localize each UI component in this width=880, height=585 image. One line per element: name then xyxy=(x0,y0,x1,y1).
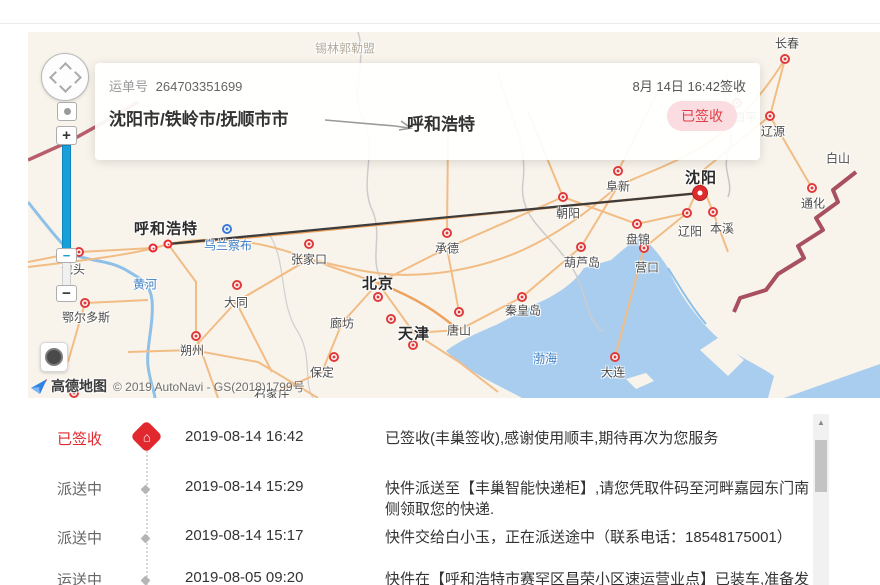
city-marker-icon xyxy=(191,331,201,341)
zoom-slider-fill xyxy=(62,145,71,250)
city-marker-icon xyxy=(682,208,692,218)
map-city-label: 承德 xyxy=(435,240,459,257)
map-city-label: 盘锦 xyxy=(626,231,650,248)
map-city-label: 锡林郭勒盟 xyxy=(315,40,375,57)
map-city-label: 白山 xyxy=(826,150,850,167)
dot-icon xyxy=(64,108,71,115)
timeline-description: 已签收(丰巢签收),感谢使用顺丰,期待再次为您服务 xyxy=(385,428,813,449)
pan-right-icon[interactable] xyxy=(69,71,82,84)
map-attribution: © 2019 AutoNavi - GS(2018)1799号 xyxy=(113,378,305,395)
map-city-label: 阜新 xyxy=(606,178,630,195)
map-city-label: 呼和浩特 xyxy=(134,218,198,239)
map-city-label: 天津 xyxy=(398,323,430,344)
route-arrow-icon xyxy=(323,115,415,133)
map-city-label: 大同 xyxy=(224,294,248,311)
city-marker-icon xyxy=(329,352,339,362)
zoom-out-button[interactable]: − xyxy=(56,285,77,302)
status-badge: 已签收 xyxy=(667,101,737,131)
city-marker-icon xyxy=(780,54,790,64)
city-marker-icon xyxy=(373,292,383,302)
city-marker-icon xyxy=(442,228,452,238)
timeline-node-icon xyxy=(141,534,151,544)
map-city-label: 辽源 xyxy=(761,123,785,140)
map-layers-button[interactable] xyxy=(40,342,68,372)
map-city-label: 本溪 xyxy=(710,220,734,237)
waybill-number-row: 运单号 264703351699 xyxy=(109,76,242,95)
waybill-label: 运单号 xyxy=(109,79,148,94)
timeline-description: 快件派送至【丰巢智能快递柜】,请您凭取件码至河畔嘉园东门南侧领取您的快递. xyxy=(385,478,813,520)
city-marker-icon xyxy=(304,239,314,249)
city-marker-icon xyxy=(576,242,586,252)
scrollbar-thumb[interactable] xyxy=(815,440,827,492)
map-recenter-button[interactable] xyxy=(57,102,77,121)
timeline-node-icon xyxy=(141,485,151,495)
timeline-description: 快件交给白小玉，正在派送途中（联系电话：18548175001） xyxy=(385,527,813,548)
zoom-in-button[interactable]: + xyxy=(56,126,77,145)
city-marker-icon xyxy=(164,240,173,249)
city-marker-icon xyxy=(149,244,158,253)
city-marker-icon xyxy=(765,111,775,121)
map-city-label: 鄂尔多斯 xyxy=(62,309,110,326)
timeline-scrollbar[interactable]: ▲ xyxy=(813,414,829,585)
timeline-time: 2019-08-05 09:20 xyxy=(185,569,375,585)
pan-left-icon[interactable] xyxy=(49,71,62,84)
map-city-label: 黄河 xyxy=(133,276,157,293)
circle-icon xyxy=(45,348,63,366)
map-city-label: 渤海 xyxy=(533,350,557,367)
city-marker-icon xyxy=(222,224,232,234)
map-city-label: 朔州 xyxy=(180,342,204,359)
destination-pin-icon xyxy=(692,185,708,201)
tracking-timeline[interactable]: 已签收 ⌂ 2019-08-14 16:42 已签收(丰巢签收),感谢使用顺丰,… xyxy=(0,412,813,585)
pan-up-icon[interactable] xyxy=(59,62,72,75)
map-city-label: 乌兰察布 xyxy=(204,237,252,254)
city-marker-icon xyxy=(232,280,242,290)
map-city-label: 保定 xyxy=(310,364,334,381)
map-city-label: 长春 xyxy=(775,35,799,52)
city-marker-icon xyxy=(708,207,718,217)
map-brand: 高德地图 xyxy=(51,376,107,396)
delivered-time: 8月 14日 16:42签收 xyxy=(633,76,746,95)
map-city-label: 辽阳 xyxy=(678,223,702,240)
map-city-label: 北京 xyxy=(362,273,394,294)
map-city-label: 秦皇岛 xyxy=(505,302,541,319)
map-city-label: 葫芦岛 xyxy=(564,254,600,271)
timeline-node-icon xyxy=(141,576,151,585)
timeline-time: 2019-08-14 15:17 xyxy=(185,527,375,544)
map-city-label: 朝阳 xyxy=(556,205,580,222)
map-city-label: 大连 xyxy=(601,364,625,381)
destination-city: 呼和浩特 xyxy=(407,110,475,135)
timeline-description: 快件在【呼和浩特市赛罕区昌荣小区速运营业点】已装车,准备发往下 xyxy=(385,569,813,585)
timeline-time: 2019-08-14 16:42 xyxy=(185,428,375,445)
city-marker-icon xyxy=(807,183,817,193)
page-divider xyxy=(0,23,880,24)
zoom-slider-handle[interactable]: − xyxy=(56,248,77,263)
city-marker-icon xyxy=(610,352,620,362)
timeline-connector xyxy=(146,446,148,585)
timeline-status: 派送中 xyxy=(57,478,137,499)
amap-logo-icon xyxy=(30,378,48,395)
city-marker-icon xyxy=(454,307,464,317)
city-marker-icon xyxy=(558,192,568,202)
map-city-label: 张家口 xyxy=(291,251,327,268)
map-city-label: 通化 xyxy=(801,195,825,212)
city-marker-icon xyxy=(613,166,623,176)
scroll-up-icon[interactable]: ▲ xyxy=(813,418,829,427)
map-city-label: 廊坊 xyxy=(330,315,354,332)
timeline-status: 派送中 xyxy=(57,527,137,548)
map-city-label: 唐山 xyxy=(447,322,471,339)
delivered-home-icon: ⌂ xyxy=(130,420,163,453)
pan-down-icon[interactable] xyxy=(59,80,72,93)
timeline-status: 已签收 xyxy=(57,428,137,449)
waybill-card: 运单号 264703351699 8月 14日 16:42签收 沈阳市/铁岭市/… xyxy=(95,63,760,160)
city-marker-icon xyxy=(517,292,527,302)
city-marker-icon xyxy=(386,314,396,324)
timeline-status: 运送中 xyxy=(57,569,137,585)
timeline-time: 2019-08-14 15:29 xyxy=(185,478,375,495)
city-marker-icon xyxy=(632,219,642,229)
map-pan-control[interactable] xyxy=(41,53,89,101)
waybill-number: 264703351699 xyxy=(156,79,243,94)
origin-city: 沈阳市/铁岭市/抚顺市市 xyxy=(109,105,314,134)
city-marker-icon xyxy=(80,298,90,308)
map-city-label: 营口 xyxy=(635,259,659,276)
